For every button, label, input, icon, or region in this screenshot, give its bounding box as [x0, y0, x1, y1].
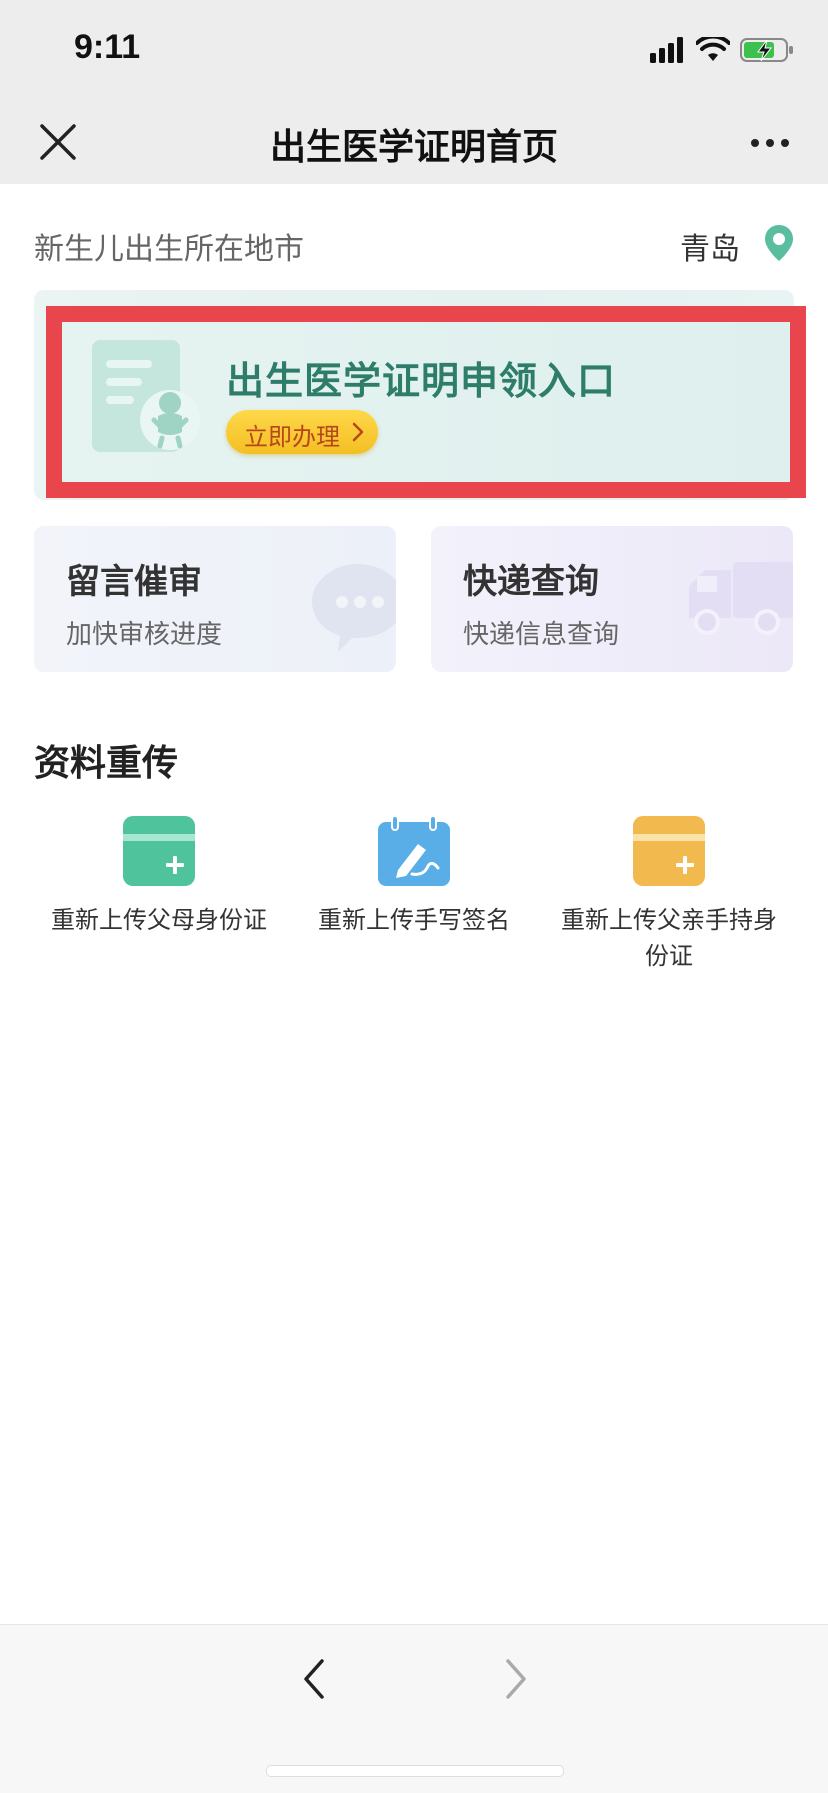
signature-upload-icon — [378, 816, 450, 886]
chevron-left-icon[interactable] — [300, 1657, 330, 1701]
chevron-right-icon[interactable] — [500, 1657, 530, 1701]
status-icons — [650, 34, 794, 66]
wifi-icon — [696, 37, 730, 61]
status-time: 9:11 — [74, 28, 141, 66]
cellular-signal-icon — [650, 37, 683, 63]
express-query-card[interactable]: 快递查询 快递信息查询 — [431, 526, 793, 672]
card-title: 留言催审 — [66, 562, 202, 602]
reupload-father-id-hold-button[interactable]: 重新上传父亲手持身份证 — [544, 816, 794, 974]
page-title: 出生医学证明首页 — [269, 127, 558, 168]
reupload-parents-id-button[interactable]: 重新上传父母身份证 — [34, 816, 284, 938]
apply-now-button[interactable]: 立即办理 — [226, 410, 378, 454]
bottom-nav-bar — [0, 1624, 828, 1793]
more-icon[interactable] — [750, 138, 790, 148]
urge-review-card[interactable]: 留言催审 加快审核进度 — [34, 526, 396, 672]
home-indicator — [266, 1765, 564, 1777]
truck-icon — [689, 562, 793, 635]
nav-bar: 出生医学证明首页 — [0, 100, 828, 184]
id-card-upload-icon — [123, 816, 195, 886]
certificate-baby-icon — [92, 340, 200, 452]
tool-label: 重新上传父亲手持身份证 — [561, 906, 777, 970]
apply-now-label: 立即办理 — [244, 423, 340, 451]
reupload-signature-button[interactable]: 重新上传手写签名 — [289, 816, 539, 938]
city-row[interactable]: 新生儿出生所在地市 青岛 — [0, 184, 828, 284]
card-subtitle: 加快审核进度 — [66, 620, 223, 650]
entry-title: 出生医学证明申领入口 — [226, 359, 617, 403]
id-card-hold-upload-icon — [633, 816, 705, 886]
chevron-right-icon — [352, 422, 364, 442]
tool-label: 重新上传父母身份证 — [51, 906, 267, 934]
city-value[interactable]: 青岛 — [680, 224, 740, 268]
battery-charging-icon — [740, 38, 793, 62]
chat-bubble-icon — [312, 564, 396, 652]
card-subtitle: 快递信息查询 — [463, 620, 620, 650]
status-bar: 9:11 — [0, 0, 828, 100]
location-pin-icon[interactable] — [764, 224, 794, 262]
card-title: 快递查询 — [463, 562, 599, 602]
tool-label: 重新上传手写签名 — [318, 906, 510, 934]
section-title: 资料重传 — [34, 743, 179, 784]
city-label: 新生儿出生所在地市 — [34, 232, 304, 267]
